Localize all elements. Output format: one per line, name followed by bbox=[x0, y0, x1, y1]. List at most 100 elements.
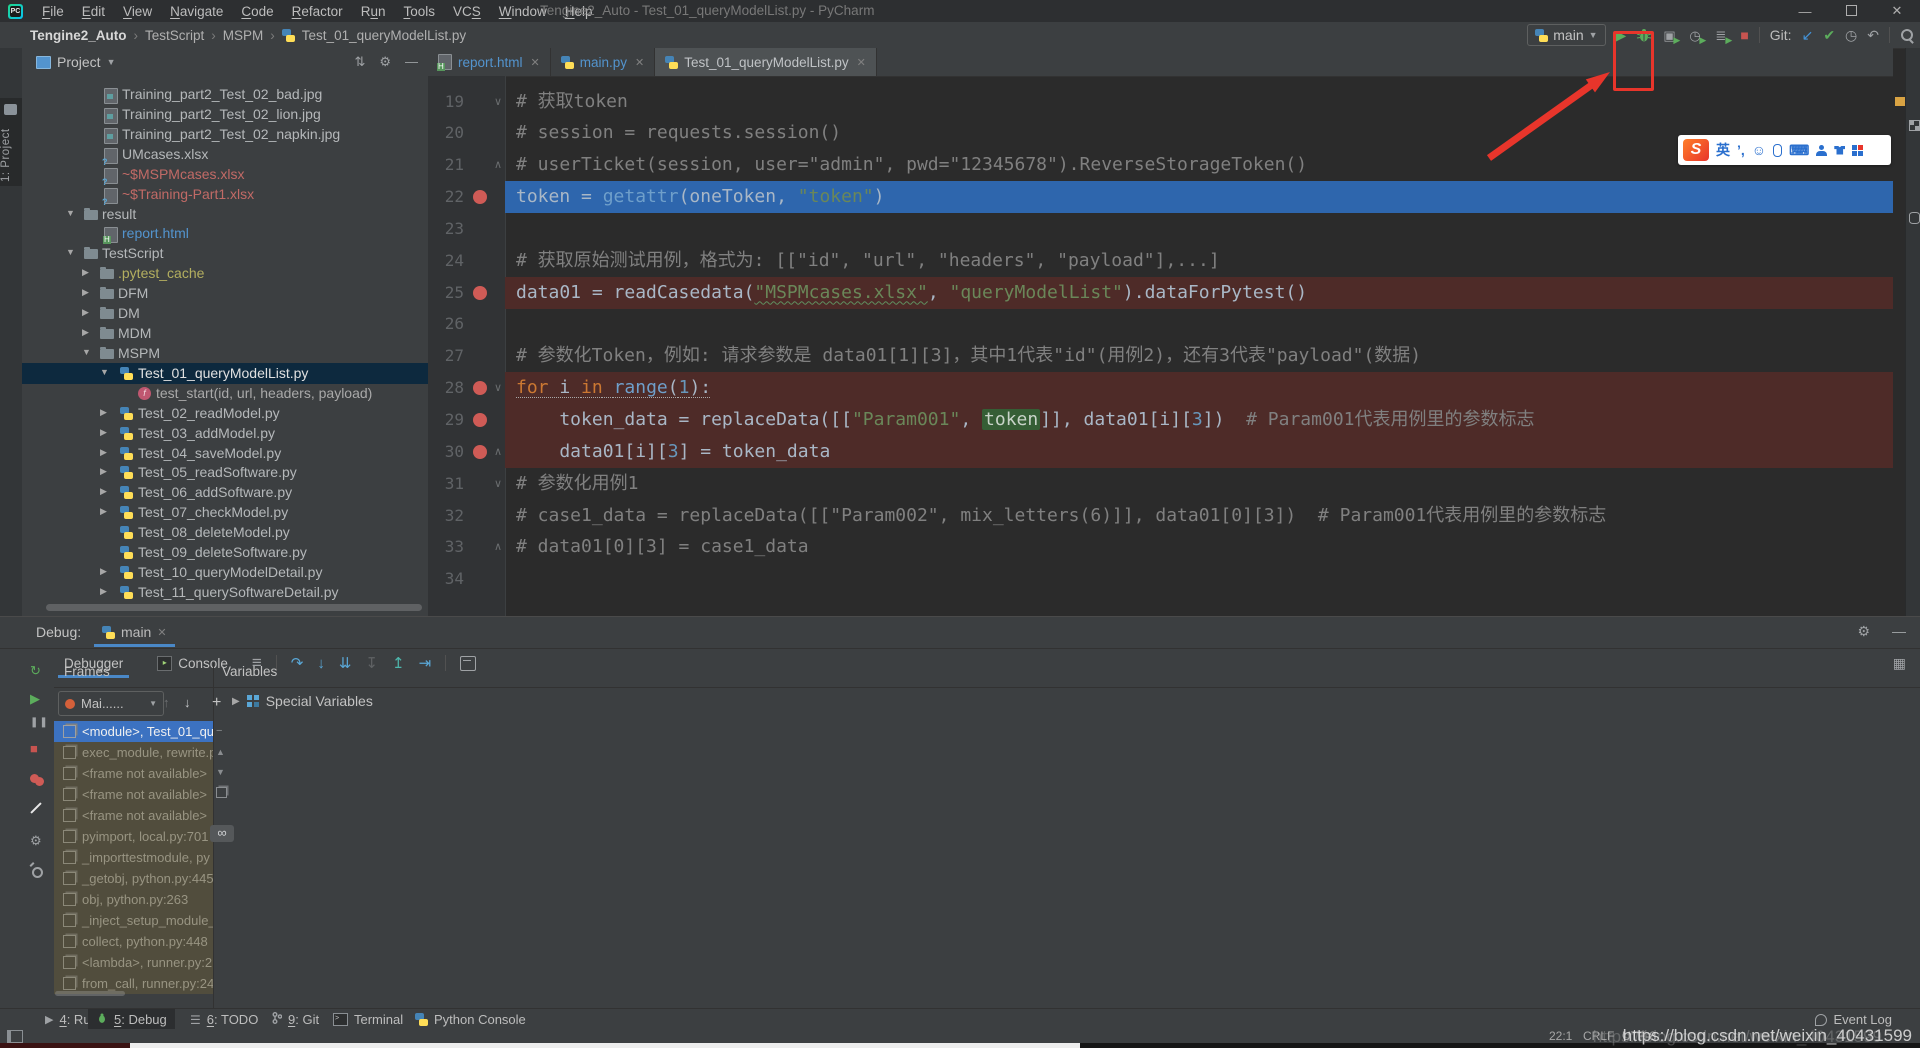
menu-item-navigate[interactable]: Navigate bbox=[161, 4, 232, 19]
toolwindow-button-9-git[interactable]: 9: Git bbox=[264, 1009, 327, 1030]
toolwindow-button-6-todo[interactable]: ☰ 6: TODO bbox=[182, 1009, 266, 1030]
fold-icon[interactable]: ∧ bbox=[494, 436, 502, 468]
rerun-button[interactable]: ↻ bbox=[30, 664, 41, 677]
breakpoint-icon[interactable] bbox=[473, 190, 487, 205]
frame-row[interactable]: _importtestmodule, py bbox=[54, 847, 213, 868]
frame-row[interactable]: exec_module, rewrite.p bbox=[54, 742, 213, 763]
stop-button[interactable]: ■ bbox=[30, 742, 38, 755]
toolwindow-button-5-debug[interactable]: 5: Debug bbox=[88, 1009, 175, 1030]
run-to-cursor-button[interactable]: ⇥ bbox=[419, 654, 432, 672]
frame-row[interactable]: <frame not available> bbox=[54, 784, 213, 805]
menu-item-file[interactable]: File bbox=[33, 4, 73, 19]
tab-Test_01_queryModelList.py[interactable]: Test_01_queryModelList.py ✕ bbox=[655, 48, 877, 76]
menu-item-edit[interactable]: Edit bbox=[73, 4, 114, 19]
menu-item-run[interactable]: Run bbox=[352, 4, 395, 19]
chevron-down-icon[interactable]: ▼ bbox=[100, 367, 109, 377]
chevron-right-icon[interactable]: ▶ bbox=[82, 307, 89, 318]
horizontal-scrollbar[interactable] bbox=[46, 604, 422, 611]
chevron-down-icon[interactable]: ▼ bbox=[66, 208, 75, 218]
pause-button[interactable]: ❚❚ bbox=[30, 718, 49, 728]
frames-scrollbar[interactable] bbox=[55, 991, 125, 996]
close-tab-icon[interactable]: ✕ bbox=[531, 56, 540, 69]
scroll-up-icon[interactable]: ▲ bbox=[216, 747, 225, 757]
ime-toolbox-icon[interactable] bbox=[1852, 144, 1864, 156]
fold-icon[interactable]: ∨ bbox=[494, 86, 502, 118]
arrow-right-icon[interactable]: ▶ bbox=[232, 696, 240, 707]
tab-main.py[interactable]: main.py ✕ bbox=[551, 48, 656, 76]
frame-row[interactable]: <frame not available> bbox=[54, 805, 213, 826]
chevron-right-icon[interactable]: ▶ bbox=[100, 466, 107, 477]
copy-frames-icon[interactable] bbox=[216, 787, 227, 801]
step-into-button[interactable]: ↓ bbox=[317, 655, 325, 672]
add-watch-button[interactable]: + bbox=[212, 694, 221, 712]
fold-icon[interactable]: ∨ bbox=[494, 468, 502, 500]
ime-skin-icon[interactable] bbox=[1834, 145, 1846, 155]
toolwindow-button-terminal[interactable]: > Terminal bbox=[325, 1009, 411, 1030]
ime-punctuation-icon[interactable]: ’, bbox=[1737, 143, 1745, 157]
close-button[interactable]: ✕ bbox=[1874, 3, 1920, 19]
chevron-right-icon[interactable]: ▶ bbox=[82, 327, 89, 338]
rollback-button[interactable]: ↶ bbox=[1867, 28, 1879, 42]
toolwindow-toggle-icon[interactable] bbox=[7, 1030, 23, 1043]
fold-icon[interactable]: ∧ bbox=[494, 531, 502, 563]
search-everywhere-button[interactable] bbox=[1900, 28, 1914, 44]
run-concurrency-button[interactable]: ≣ ▶ bbox=[1714, 27, 1732, 45]
frame-row[interactable]: <module>, Test_01_qu bbox=[54, 721, 213, 742]
code-area[interactable]: 19 ∨ # 获取token 20 # session = requests.sessi… bbox=[428, 76, 1893, 616]
stripe-item-project[interactable]: 1: Project bbox=[0, 120, 22, 190]
hide-panel-button[interactable]: — bbox=[405, 54, 418, 70]
resume-button[interactable]: ▶ bbox=[30, 692, 40, 705]
attach-to-process-button[interactable]: ▣ ▶ bbox=[1662, 27, 1680, 45]
chevron-down-icon[interactable]: ▼ bbox=[82, 347, 91, 357]
close-tab-icon[interactable]: ✕ bbox=[857, 56, 866, 69]
breakpoint-icon[interactable] bbox=[473, 444, 487, 459]
evaluate-anywhere-badge[interactable]: ∞ bbox=[210, 825, 234, 842]
run-configuration-select[interactable]: main ▼ bbox=[1527, 24, 1606, 46]
gear-icon[interactable]: ⚙ bbox=[379, 54, 391, 70]
frame-row[interactable]: <frame not available> bbox=[54, 763, 213, 784]
close-tab-icon[interactable]: ✕ bbox=[635, 56, 644, 69]
breakpoint-icon[interactable] bbox=[473, 381, 487, 396]
frame-row[interactable]: pyimport, local.py:701 bbox=[54, 826, 213, 847]
git-update-button[interactable]: ↙ bbox=[1802, 28, 1814, 42]
gear-icon[interactable]: ⚙ bbox=[1857, 623, 1870, 640]
remove-watch-button[interactable]: − bbox=[216, 725, 222, 737]
step-out-disabled-button[interactable]: ↧ bbox=[365, 654, 378, 672]
menu-item-tools[interactable]: Tools bbox=[394, 4, 444, 19]
ime-keyboard-icon[interactable]: ⌨ bbox=[1789, 143, 1809, 157]
step-over-button[interactable]: ↷ bbox=[291, 654, 304, 672]
line-separator[interactable]: CRLF bbox=[1583, 1029, 1614, 1043]
frame-row[interactable]: obj, python.py:263 bbox=[54, 889, 213, 910]
chevron-right-icon[interactable]: ▶ bbox=[82, 287, 89, 298]
menu-item-vcs[interactable]: VCS bbox=[444, 4, 490, 19]
step-out-button[interactable]: ↥ bbox=[392, 654, 405, 672]
breakpoint-icon[interactable] bbox=[473, 413, 487, 427]
history-button[interactable]: ◷ bbox=[1845, 28, 1857, 42]
breadcrumb-item[interactable]: Test_01_queryModelList.py bbox=[302, 28, 466, 43]
chevron-right-icon[interactable]: ▶ bbox=[100, 427, 107, 438]
run-with-profiler-button[interactable]: ◷ ▶ bbox=[1688, 27, 1706, 45]
menu-item-code[interactable]: Code bbox=[232, 4, 282, 19]
ime-language-toggle[interactable]: 英 bbox=[1716, 143, 1730, 157]
error-stripe-mark[interactable] bbox=[1895, 97, 1905, 106]
minimize-button[interactable]: — bbox=[1782, 4, 1828, 19]
gear-icon[interactable]: ⚙ bbox=[30, 834, 42, 847]
breadcrumb-item[interactable]: Tengine2_Auto bbox=[30, 28, 127, 43]
locate-file-button[interactable]: ⇅ bbox=[354, 54, 365, 70]
breadcrumb-item[interactable]: MSPM bbox=[223, 28, 264, 43]
project-panel-title[interactable]: Project bbox=[57, 54, 101, 70]
breadcrumb-item[interactable]: TestScript bbox=[145, 28, 204, 43]
menu-item-view[interactable]: View bbox=[114, 4, 161, 19]
chevron-right-icon[interactable]: ▶ bbox=[100, 566, 107, 577]
frame-row[interactable]: _inject_setup_module_f bbox=[54, 910, 213, 931]
frame-row[interactable]: collect, python.py:448 bbox=[54, 931, 213, 952]
git-commit-button[interactable]: ✔ bbox=[1823, 28, 1835, 42]
ime-emoji-icon[interactable]: ☺ bbox=[1752, 143, 1766, 157]
special-variables-node[interactable]: ▶ Special Variables bbox=[232, 693, 373, 709]
scroll-down-icon[interactable]: ▼ bbox=[216, 767, 225, 777]
chevron-right-icon[interactable]: ▶ bbox=[100, 407, 107, 418]
toolwindow-button-python-console[interactable]: Python Console bbox=[407, 1009, 534, 1030]
evaluate-expression-button[interactable] bbox=[460, 655, 477, 671]
restore-layout-button[interactable]: ▦ bbox=[1893, 655, 1906, 672]
ime-mic-icon[interactable] bbox=[1773, 143, 1783, 157]
